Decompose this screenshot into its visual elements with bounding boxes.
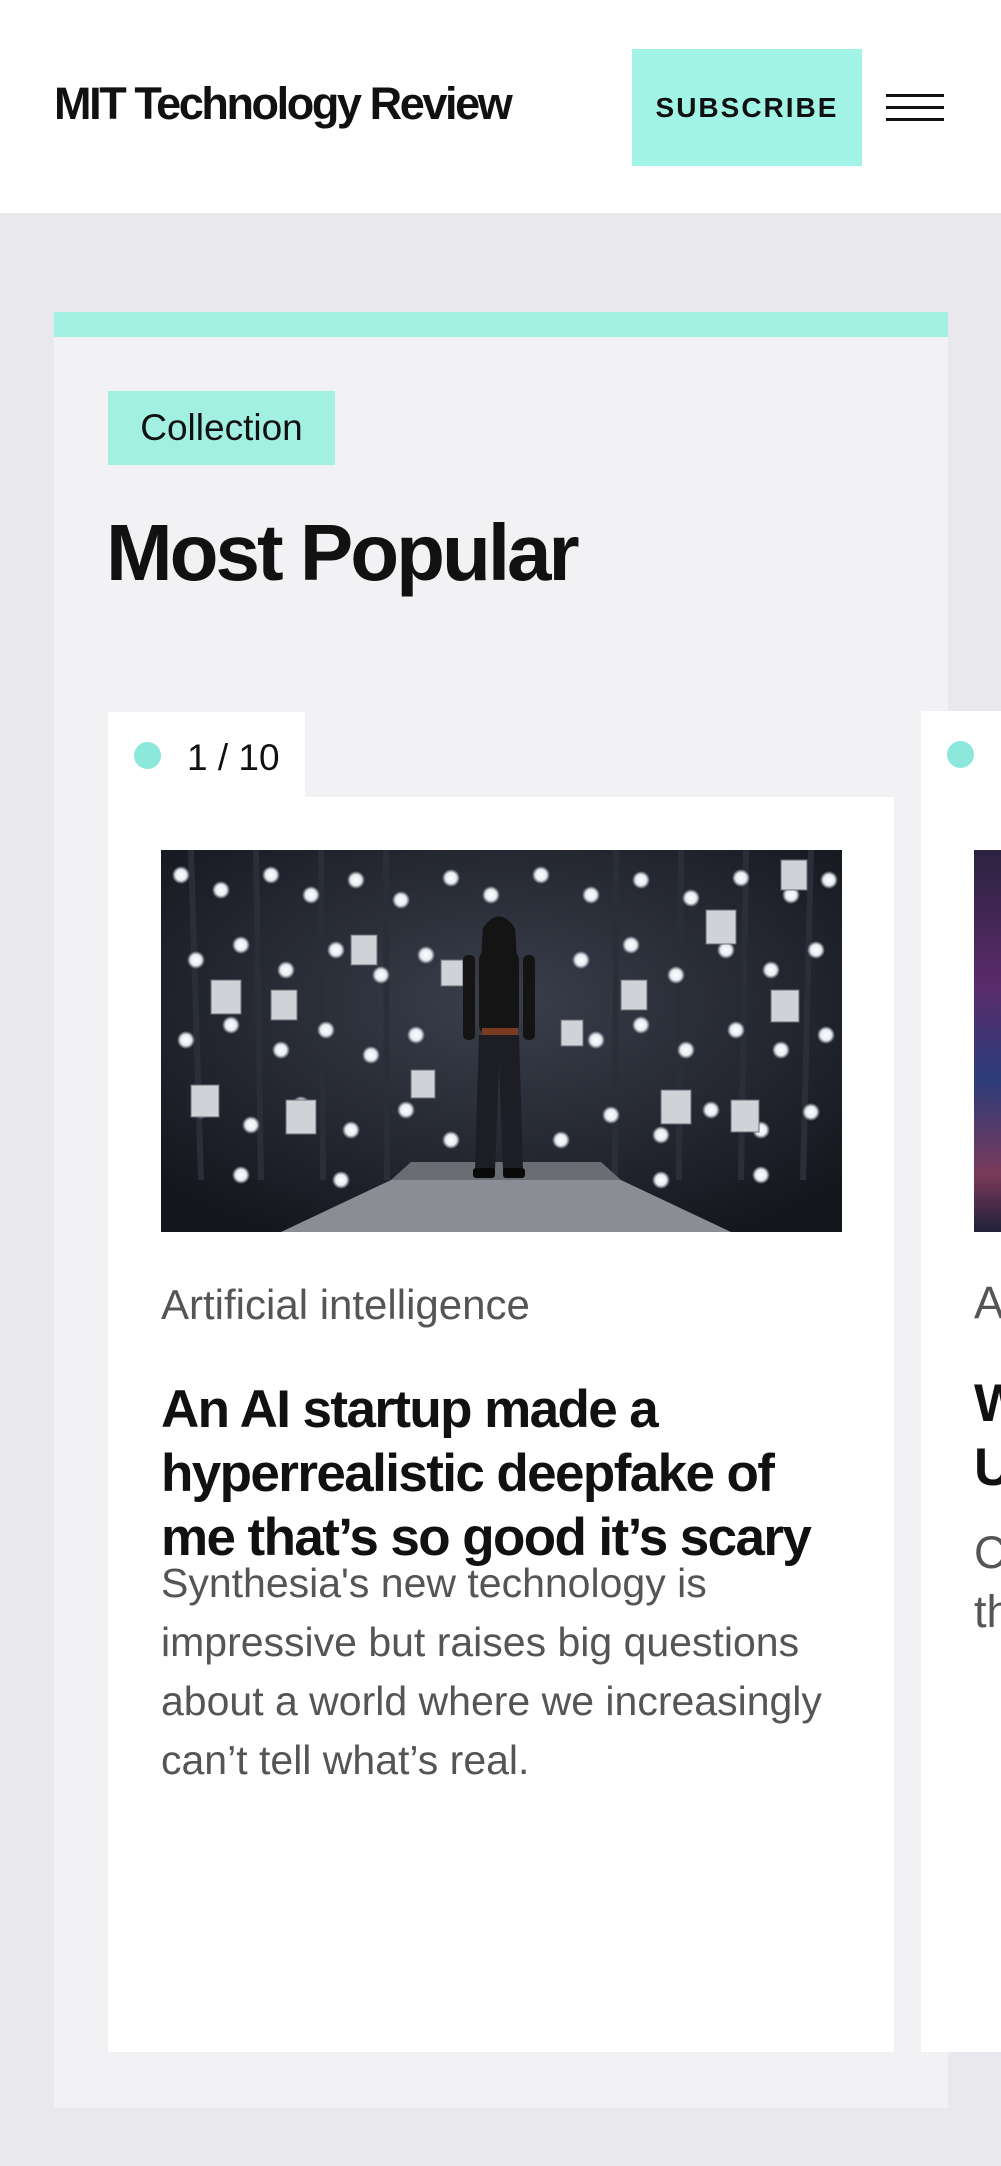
collection-tag[interactable]: Collection: [108, 391, 335, 465]
article-headline[interactable]: An AI startup made a hyperrealistic deep…: [161, 1378, 851, 1570]
article-image[interactable]: [161, 850, 842, 1232]
next-article-image[interactable]: [974, 850, 1001, 1232]
subscribe-button[interactable]: SUBSCRIBE: [632, 49, 862, 166]
counter-dot-icon: [134, 742, 161, 769]
next-article-card[interactable]: A W U C th: [921, 797, 1001, 2052]
next-article-summary-line1: C: [974, 1527, 1001, 1578]
next-card-counter-tab: [921, 711, 1001, 798]
panel-accent-bar: [54, 312, 948, 337]
site-logo[interactable]: MIT Technology Review: [54, 78, 513, 130]
hamburger-menu-icon[interactable]: [886, 92, 944, 124]
article-category[interactable]: Artificial intelligence: [161, 1281, 530, 1329]
counter-dot-icon: [947, 741, 974, 768]
next-article-headline-line1: W: [974, 1374, 1001, 1433]
card-counter: 1 / 10: [187, 737, 280, 778]
article-summary: Synthesia's new technology is impressive…: [161, 1560, 822, 1783]
most-popular-panel: Collection Most Popular 1 / 10 Artificia…: [54, 312, 948, 2108]
next-article-summary-line2: th: [974, 1586, 1001, 1637]
next-article-headline-line2: U: [974, 1438, 1001, 1497]
site-header: MIT Technology Review SUBSCRIBE: [0, 0, 1001, 213]
card-counter-tab: 1 / 10: [108, 712, 305, 799]
section-title: Most Popular: [106, 508, 580, 597]
next-article-category: A: [974, 1277, 1001, 1328]
